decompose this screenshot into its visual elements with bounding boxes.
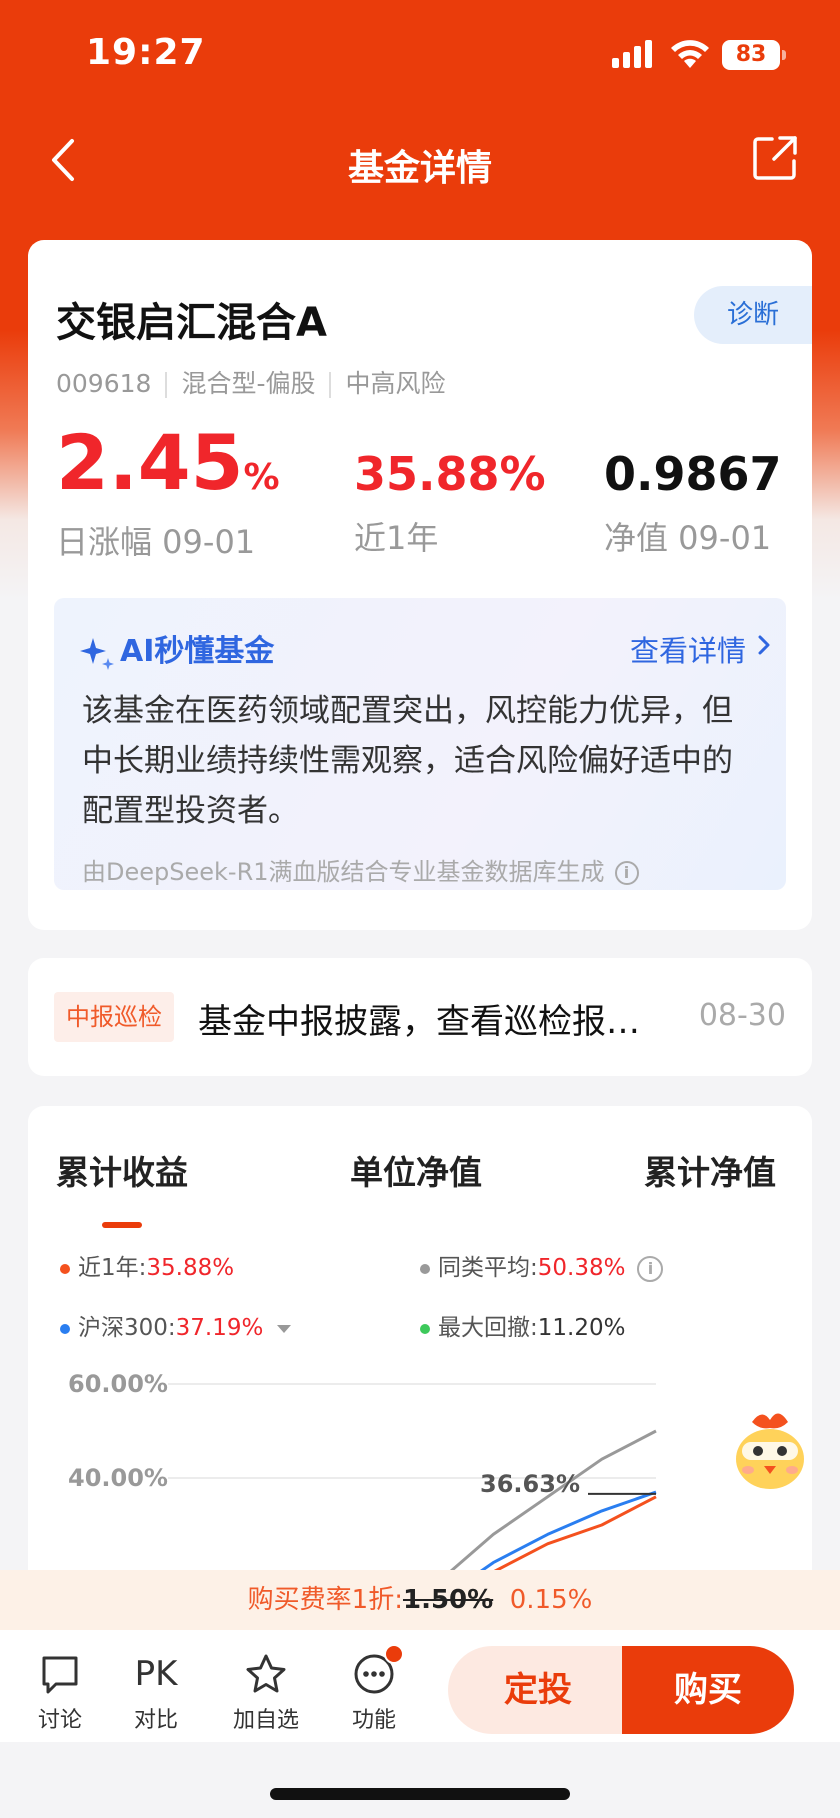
compare-label: 对比 xyxy=(133,1708,178,1733)
more-label: 功能 xyxy=(351,1708,396,1733)
divider xyxy=(329,372,332,398)
one-year-label: 近1年 xyxy=(354,519,439,557)
legend-label: 近1年: xyxy=(78,1255,147,1281)
nav-bar: 基金详情 xyxy=(0,115,840,205)
performance-chart-card: 累计收益 单位净值 累计净值 近1年:35.88% 同类平均:50.38% i 沪… xyxy=(28,1106,812,1626)
more-functions-button[interactable]: 功能 xyxy=(334,1644,414,1734)
pk-icon: PK xyxy=(134,1654,178,1694)
ai-footer-text: 由DeepSeek-R1满血版结合专业基金数据库生成 xyxy=(82,858,605,886)
report-news-card[interactable]: 中报巡检 基金中报披露，查看巡检报… 08-30 xyxy=(28,958,812,1076)
fee-original: 1.50% xyxy=(402,1585,494,1615)
fund-name: 交银启汇混合A xyxy=(56,300,327,346)
watch-label: 加自选 xyxy=(232,1708,299,1733)
fund-meta: 009618 混合型-偏股 中高风险 xyxy=(56,364,445,400)
ai-view-details-link[interactable]: 查看详情 xyxy=(629,628,770,670)
cellular-signal-icon xyxy=(612,40,654,68)
legend-value: 35.88% xyxy=(146,1255,235,1281)
one-year-value: 35.88% xyxy=(354,447,546,501)
nav-label: 净值 09-01 xyxy=(604,519,772,557)
notification-badge xyxy=(384,1644,404,1664)
home-indicator[interactable] xyxy=(270,1788,570,1800)
fund-type: 混合型-偏股 xyxy=(181,369,316,398)
chevron-right-icon xyxy=(758,635,770,655)
one-year-stat: 35.88% 近1年 xyxy=(354,425,546,559)
legend-label: 最大回撤: xyxy=(438,1315,538,1341)
fund-code: 009618 xyxy=(56,369,152,398)
info-icon[interactable]: i xyxy=(614,861,639,885)
divider xyxy=(165,372,168,398)
page-title: 基金详情 xyxy=(347,148,492,189)
status-time: 19:27 xyxy=(86,32,206,73)
tab-unit-nav[interactable]: 单位净值 xyxy=(350,1146,482,1194)
star-icon xyxy=(246,1654,286,1693)
share-icon[interactable] xyxy=(750,133,800,183)
daily-change-value: 2.45 xyxy=(56,418,244,507)
mascot-chick-icon[interactable] xyxy=(728,1404,812,1494)
discuss-label: 讨论 xyxy=(37,1708,82,1733)
ai-view-details-label: 查看详情 xyxy=(629,634,746,668)
y-tick-label: 60.00% xyxy=(68,1370,168,1398)
y-tick-label: 40.00% xyxy=(68,1464,168,1492)
legend-dot xyxy=(60,1263,70,1274)
news-text: 基金中报披露，查看巡检报… xyxy=(198,1002,640,1042)
wifi-icon xyxy=(671,40,709,68)
sparkle-icon xyxy=(80,637,114,670)
bottom-action-bar: 讨论 PK 对比 加自选 功能 定投 购买 xyxy=(0,1630,840,1742)
chart-tabs: 累计收益 单位净值 累计净值 xyxy=(28,1146,812,1228)
legend-value: 50.38% xyxy=(537,1255,626,1281)
status-bar: 19:27 83 xyxy=(0,0,840,110)
info-icon[interactable]: i xyxy=(637,1255,664,1282)
legend-value: 37.19% xyxy=(175,1315,264,1341)
daily-change-unit: % xyxy=(243,457,280,498)
tab-cumulative-nav[interactable]: 累计净值 xyxy=(644,1146,776,1194)
caret-down-icon[interactable] xyxy=(277,1324,292,1333)
ai-footer: 由DeepSeek-R1满血版结合专业基金数据库生成 i xyxy=(82,852,639,887)
add-watchlist-button[interactable]: 加自选 xyxy=(226,1652,306,1734)
legend-csi300[interactable]: 沪深300:37.19% xyxy=(60,1308,292,1342)
legend-category-average: 同类平均:50.38% i xyxy=(420,1248,664,1282)
battery-icon: 83 xyxy=(722,40,786,70)
compare-button[interactable]: PK 对比 xyxy=(116,1652,196,1734)
news-date: 08-30 xyxy=(698,998,786,1033)
legend-one-year: 近1年:35.88% xyxy=(60,1248,234,1282)
news-tag: 中报巡检 xyxy=(54,992,174,1042)
buy-button[interactable]: 购买 xyxy=(622,1646,794,1734)
chat-bubble-icon xyxy=(42,1656,78,1694)
ai-title: AI秒懂基金 xyxy=(78,626,274,672)
legend-value: 11.20% xyxy=(537,1315,626,1341)
ai-summary-box[interactable]: AI秒懂基金 查看详情 该基金在医药领域配置突出，风控能力优异，但中长期业绩持续… xyxy=(54,598,786,890)
legend-max-drawdown: 最大回撤:11.20% xyxy=(420,1308,625,1342)
legend-dot xyxy=(60,1323,70,1334)
daily-change-stat: 2.45% 日涨幅 09-01 xyxy=(56,425,280,563)
fee-discount: 0.15% xyxy=(509,1585,593,1615)
tab-cumulative-return[interactable]: 累计收益 xyxy=(56,1146,188,1228)
sip-button[interactable]: 定投 xyxy=(448,1646,628,1734)
nav-stat: 0.9867 净值 09-01 xyxy=(604,425,782,559)
fund-summary-card: 交银启汇混合A 诊断 009618 混合型-偏股 中高风险 2.45% 日涨幅 09… xyxy=(28,240,812,930)
home-indicator-area xyxy=(0,1742,840,1818)
legend-label: 同类平均: xyxy=(438,1255,538,1281)
nav-value: 0.9867 xyxy=(604,447,782,501)
daily-change-label: 日涨幅 09-01 xyxy=(56,523,256,561)
legend-label: 沪深300: xyxy=(78,1315,176,1341)
fund-risk: 中高风险 xyxy=(345,369,446,398)
legend-dot xyxy=(420,1263,430,1274)
legend-dot xyxy=(420,1323,430,1334)
fee-prefix: 购买费率1折: xyxy=(247,1585,403,1615)
marker-label: 36.63% xyxy=(480,1470,580,1498)
discuss-button[interactable]: 讨论 xyxy=(20,1652,100,1734)
ai-title-text: AI秒懂基金 xyxy=(120,634,275,669)
diagnose-button[interactable]: 诊断 xyxy=(694,286,812,344)
purchase-fee-bar: 购买费率1折:1.50% 0.15% xyxy=(0,1570,840,1630)
ai-summary-text: 该基金在医药领域配置突出，风控能力优异，但中长期业绩持续性需观察，适合风险偏好适… xyxy=(82,693,733,829)
